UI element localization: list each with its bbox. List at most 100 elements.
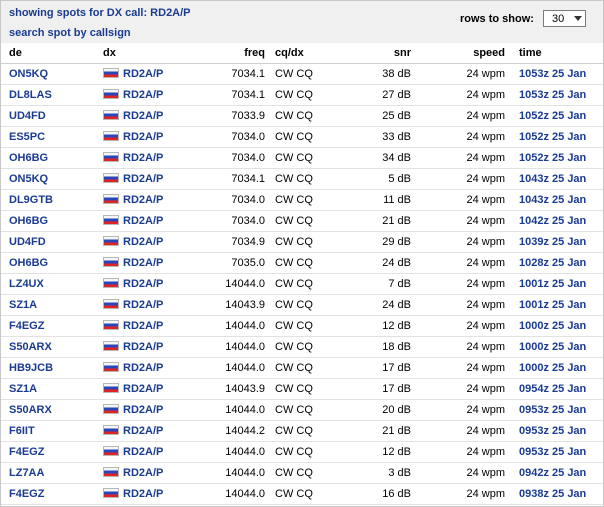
spotter-callsign-link[interactable]: ON5KQ <box>9 173 48 185</box>
dx-callsign-link[interactable]: RD2A/P <box>123 257 163 269</box>
dx-callsign-link[interactable]: RD2A/P <box>123 446 163 458</box>
snr-cell: 34 dB <box>341 147 417 169</box>
table-row: S50ARX RD2A/P 14044.0 CW CQ 18 dB 24 wpm 1000z… <box>1 336 603 358</box>
table-row: OH6BG RD2A/P 7035.0 CW CQ 24 dB 24 wpm 1028z 2… <box>1 252 603 274</box>
search-by-callsign-link[interactable]: search spot by callsign <box>9 27 131 39</box>
spotter-callsign-link[interactable]: LZ7AA <box>9 467 44 479</box>
russia-flag-icon <box>103 362 119 372</box>
column-header-freq[interactable]: freq <box>211 43 271 64</box>
column-header-speed[interactable]: speed <box>417 43 513 64</box>
time-link[interactable]: 1052z 25 Jan <box>519 131 586 143</box>
time-link[interactable]: 1039z 25 Jan <box>519 236 586 248</box>
time-link[interactable]: 0954z 25 Jan <box>519 383 586 395</box>
dx-callsign-link[interactable]: RD2A/P <box>123 488 163 500</box>
dx-callsign-link[interactable]: RD2A/P <box>123 215 163 227</box>
dx-callsign-link[interactable]: RD2A/P <box>123 278 163 290</box>
speed-cell: 24 wpm <box>417 399 513 421</box>
spotter-callsign-link[interactable]: F4EGZ <box>9 446 44 458</box>
table-row: UD4FD RD2A/P 7033.9 CW CQ 25 dB 24 wpm 1052z 2… <box>1 105 603 127</box>
column-header-dx[interactable]: dx <box>101 43 211 64</box>
dx-callsign-link[interactable]: RD2A/P <box>123 68 163 80</box>
dx-callsign-link[interactable]: RD2A/P <box>123 236 163 248</box>
column-header-cq-dx[interactable]: cq/dx <box>271 43 341 64</box>
frequency-cell: 7034.1 <box>211 84 271 106</box>
frequency-cell: 14044.0 <box>211 273 271 295</box>
dx-callsign-link[interactable]: RD2A/P <box>123 299 163 311</box>
table-row: F4EGZ RD2A/P 14044.0 CW CQ 12 dB 24 wpm 1000z … <box>1 315 603 337</box>
time-link[interactable]: 1000z 25 Jan <box>519 341 586 353</box>
page-title: showing spots for DX call: RD2A/P <box>9 7 191 19</box>
snr-cell: 24 dB <box>341 252 417 274</box>
spotter-callsign-link[interactable]: S50ARX <box>9 341 52 353</box>
speed-cell: 24 wpm <box>417 126 513 148</box>
spotter-callsign-link[interactable]: ES5PC <box>9 131 45 143</box>
time-link[interactable]: 1053z 25 Jan <box>519 68 586 80</box>
frequency-cell: 14044.0 <box>211 357 271 379</box>
russia-flag-icon <box>103 404 119 414</box>
time-link[interactable]: 1001z 25 Jan <box>519 299 586 311</box>
spotter-callsign-link[interactable]: SZ1A <box>9 299 37 311</box>
time-link[interactable]: 1000z 25 Jan <box>519 362 586 374</box>
time-link[interactable]: 1053z 25 Jan <box>519 89 586 101</box>
column-header-snr[interactable]: snr <box>341 43 417 64</box>
dx-callsign-link[interactable]: RD2A/P <box>123 383 163 395</box>
time-link[interactable]: 1052z 25 Jan <box>519 110 586 122</box>
frequency-cell: 14043.9 <box>211 294 271 316</box>
spotter-callsign-link[interactable]: DL8LAS <box>9 89 52 101</box>
spotter-callsign-link[interactable]: ON5KQ <box>9 68 48 80</box>
frequency-cell: 7034.0 <box>211 147 271 169</box>
dx-callsign-link[interactable]: RD2A/P <box>123 89 163 101</box>
time-link[interactable]: 1043z 25 Jan <box>519 173 586 185</box>
spotter-callsign-link[interactable]: F6IIT <box>9 425 35 437</box>
spotter-callsign-link[interactable]: UD4FD <box>9 236 46 248</box>
snr-cell: 17 dB <box>341 378 417 400</box>
russia-flag-icon <box>103 446 119 456</box>
frequency-cell: 7034.1 <box>211 63 271 85</box>
spotter-callsign-link[interactable]: HB9JCB <box>9 362 53 374</box>
mode-cell: CW CQ <box>271 399 341 421</box>
spotter-callsign-link[interactable]: OH6BG <box>9 257 48 269</box>
column-header-de[interactable]: de <box>1 43 101 64</box>
dx-callsign-link[interactable]: RD2A/P <box>123 194 163 206</box>
snr-cell: 21 dB <box>341 420 417 442</box>
table-row: SZ1A RD2A/P 14043.9 CW CQ 24 dB 24 wpm 1001z 2… <box>1 294 603 316</box>
spotter-callsign-link[interactable]: F4EGZ <box>9 488 44 500</box>
spotter-callsign-link[interactable]: LZ4UX <box>9 278 44 290</box>
dx-callsign-link[interactable]: RD2A/P <box>123 404 163 416</box>
spotter-callsign-link[interactable]: UD4FD <box>9 110 46 122</box>
dx-callsign-link[interactable]: RD2A/P <box>123 152 163 164</box>
time-link[interactable]: 1043z 25 Jan <box>519 194 586 206</box>
dx-callsign-link[interactable]: RD2A/P <box>123 425 163 437</box>
snr-cell: 17 dB <box>341 357 417 379</box>
frequency-cell: 14044.0 <box>211 441 271 463</box>
dx-callsign-link[interactable]: RD2A/P <box>123 320 163 332</box>
dx-callsign-link[interactable]: RD2A/P <box>123 467 163 479</box>
time-link[interactable]: 1042z 25 Jan <box>519 215 586 227</box>
snr-cell: 21 dB <box>341 210 417 232</box>
time-link[interactable]: 1052z 25 Jan <box>519 152 586 164</box>
mode-cell: CW CQ <box>271 273 341 295</box>
dx-callsign-link[interactable]: RD2A/P <box>123 173 163 185</box>
dx-callsign-link[interactable]: RD2A/P <box>123 362 163 374</box>
time-link[interactable]: 1028z 25 Jan <box>519 257 586 269</box>
spotter-callsign-link[interactable]: OH6BG <box>9 152 48 164</box>
dx-callsign-link[interactable]: RD2A/P <box>123 131 163 143</box>
time-link[interactable]: 1001z 25 Jan <box>519 278 586 290</box>
time-link[interactable]: 0953z 25 Jan <box>519 425 586 437</box>
dx-callsign-link[interactable]: RD2A/P <box>123 341 163 353</box>
spotter-callsign-link[interactable]: F4EGZ <box>9 320 44 332</box>
frequency-cell: 14044.0 <box>211 315 271 337</box>
spotter-callsign-link[interactable]: S50ARX <box>9 404 52 416</box>
dx-callsign-link[interactable]: RD2A/P <box>123 110 163 122</box>
time-link[interactable]: 0953z 25 Jan <box>519 446 586 458</box>
spotter-callsign-link[interactable]: OH6BG <box>9 215 48 227</box>
spotter-callsign-link[interactable]: SZ1A <box>9 383 37 395</box>
time-link[interactable]: 0942z 25 Jan <box>519 467 586 479</box>
column-header-time[interactable]: time <box>513 43 603 64</box>
rows-to-show-select[interactable]: 30 <box>543 10 586 27</box>
time-link[interactable]: 0938z 25 Jan <box>519 488 586 500</box>
time-link[interactable]: 0953z 25 Jan <box>519 404 586 416</box>
russia-flag-icon <box>103 152 119 162</box>
spotter-callsign-link[interactable]: DL9GTB <box>9 194 53 206</box>
time-link[interactable]: 1000z 25 Jan <box>519 320 586 332</box>
